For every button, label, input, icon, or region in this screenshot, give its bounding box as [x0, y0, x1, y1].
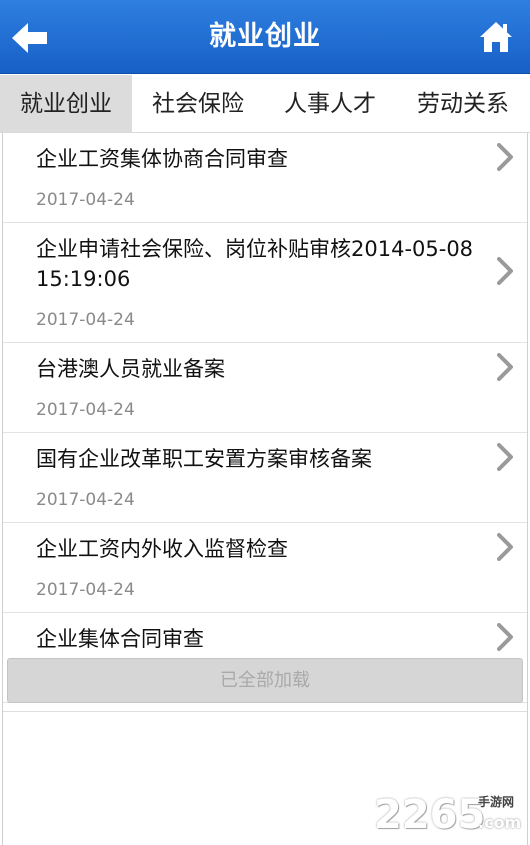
list-item[interactable]: 企业工资内外收入监督检查 2017-04-24 — [3, 523, 527, 613]
item-title: 企业集体合同审查 — [36, 627, 204, 651]
item-title: 国有企业改革职工安置方案审核备案 — [36, 447, 372, 471]
watermark-number: 2265 — [374, 792, 486, 838]
chevron-right-icon — [497, 623, 513, 651]
divider — [3, 711, 527, 712]
top-bar: 就业创业 — [0, 0, 530, 74]
tab-social-insurance[interactable]: 社会保险 — [132, 75, 264, 132]
site-watermark: 2265 手游网 .com — [374, 793, 524, 837]
tab-labor-relations[interactable]: 劳动关系 — [396, 75, 530, 132]
chevron-right-icon — [497, 257, 513, 285]
item-title: 企业工资内外收入监督检查 — [36, 537, 288, 561]
list-item[interactable]: 企业工资集体协商合同审查 2017-04-24 — [3, 133, 527, 223]
item-title: 台港澳人员就业备案 — [36, 357, 225, 381]
load-all-button: 已全部加载 — [7, 658, 523, 703]
watermark-domain: .com — [478, 813, 522, 832]
content-area: 企业工资集体协商合同审查 2017-04-24 企业申请社会保险、岗位补贴审核2… — [2, 133, 528, 845]
category-tabs: 就业创业 社会保险 人事人才 劳动关系 — [0, 75, 530, 133]
item-title: 企业申请社会保险、岗位补贴审核2014-05-08 15:19:06 — [36, 237, 474, 291]
chevron-right-icon — [497, 533, 513, 561]
list-item[interactable]: 国有企业改革职工安置方案审核备案 2017-04-24 — [3, 433, 527, 523]
list-item[interactable]: 企业申请社会保险、岗位补贴审核2014-05-08 15:19:06 2017-… — [3, 223, 527, 343]
watermark-site-name: 手游网 — [478, 795, 515, 809]
tab-personnel[interactable]: 人事人才 — [264, 75, 396, 132]
item-date: 2017-04-24 — [36, 580, 135, 600]
tab-employment[interactable]: 就业创业 — [0, 75, 132, 132]
page-title: 就业创业 — [209, 21, 321, 52]
chevron-right-icon — [497, 443, 513, 471]
home-icon[interactable] — [478, 20, 514, 54]
item-date: 2017-04-24 — [36, 400, 135, 420]
list-item[interactable]: 台港澳人员就业备案 2017-04-24 — [3, 343, 527, 433]
item-title: 企业工资集体协商合同审查 — [36, 147, 288, 171]
item-date: 2017-04-24 — [36, 490, 135, 510]
item-date: 2017-04-24 — [36, 310, 135, 330]
chevron-right-icon — [497, 143, 513, 171]
chevron-right-icon — [497, 353, 513, 381]
item-date: 2017-04-24 — [36, 190, 135, 210]
